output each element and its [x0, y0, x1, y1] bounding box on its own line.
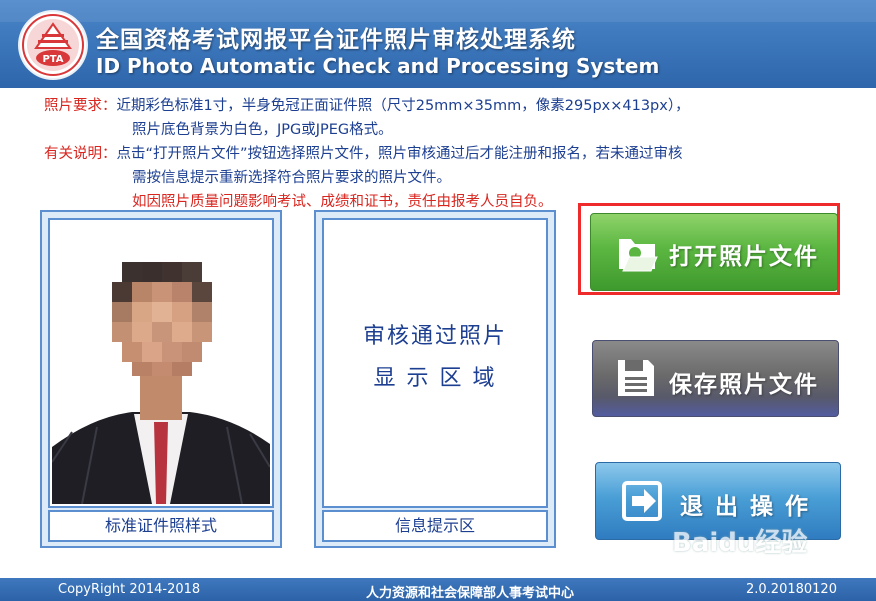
title-bar: PTA 全国资格考试网报平台证件照片审核处理系统 ID Photo Automa… [0, 0, 876, 88]
status-bar: CopyRight 2014-2018 人力资源和社会保障部人事考试中心 2.0… [0, 578, 876, 601]
pta-logo-icon: PTA [20, 12, 86, 78]
sample-photo [52, 222, 270, 504]
version-text: 2.0.20180120 [746, 582, 837, 597]
logo-text: PTA [42, 54, 63, 65]
baidu-watermark-url: jingyan.baidu.com [700, 560, 802, 573]
open-button-highlight-box [578, 203, 840, 295]
exit-arrow-icon [622, 481, 664, 527]
title-bar-highlight [0, 0, 876, 22]
info-text-1: 点击“打开照片文件”按钮选择照片文件，照片审核通过后才能注册和报名，若未通过审核 [116, 146, 683, 162]
save-disk-icon [615, 357, 657, 405]
info-label: 有关说明： [44, 146, 117, 162]
info-text-2: 需按信息提示重新选择符合照片要求的照片文件。 [132, 170, 451, 186]
info-prompt-area: 信息提示区 [322, 510, 548, 542]
photo-requirements-row-1: 照片要求：近期彩色标准1寸，半身免冠正面证件照（尺寸25mm×35mm，像素29… [44, 94, 690, 118]
app-title-chinese: 全国资格考试网报平台证件照片审核处理系统 [96, 27, 576, 53]
sample-photo-panel: 标准证件照样式 [40, 210, 282, 548]
info-row-1: 有关说明：点击“打开照片文件”按钮选择照片文件，照片审核通过后才能注册和报名，若… [44, 142, 683, 166]
approved-photo-area: 审核通过照片 显 示 区 域 [322, 218, 548, 508]
photo-requirements-text-1: 近期彩色标准1寸，半身免冠正面证件照（尺寸25mm×35mm，像素295px×4… [116, 98, 690, 114]
photo-requirements-row-2: 照片底色背景为白色，JPG或JPEG格式。 [132, 118, 393, 142]
approved-photo-panel: 审核通过照片 显 示 区 域 信息提示区 [314, 210, 556, 548]
info-text-3: 如因照片质量问题影响考试、成绩和证书，责任由报考人员自负。 [132, 194, 553, 210]
save-photo-button[interactable]: 保存照片文件 [592, 340, 839, 417]
info-row-2: 需按信息提示重新选择符合照片要求的照片文件。 [132, 166, 451, 190]
sample-photo-caption: 标准证件照样式 [48, 510, 274, 542]
baidu-watermark: Baidu经验 [672, 528, 808, 558]
sample-photo-frame [48, 218, 274, 508]
app-title-english: ID Photo Automatic Check and Processing … [96, 54, 660, 78]
organization-text: 人力资源和社会保障部人事考试中心 [366, 586, 575, 601]
display-area-line-2: 显 示 区 域 [373, 366, 497, 391]
display-area-line-1: 审核通过照片 [362, 324, 507, 349]
photo-requirements-label: 照片要求： [44, 98, 117, 114]
save-photo-button-label: 保存照片文件 [669, 372, 819, 398]
copyright-text: CopyRight 2014-2018 [58, 582, 201, 597]
exit-button-label: 退 出 操 作 [680, 494, 811, 520]
photo-requirements-text-2: 照片底色背景为白色，JPG或JPEG格式。 [132, 122, 393, 138]
